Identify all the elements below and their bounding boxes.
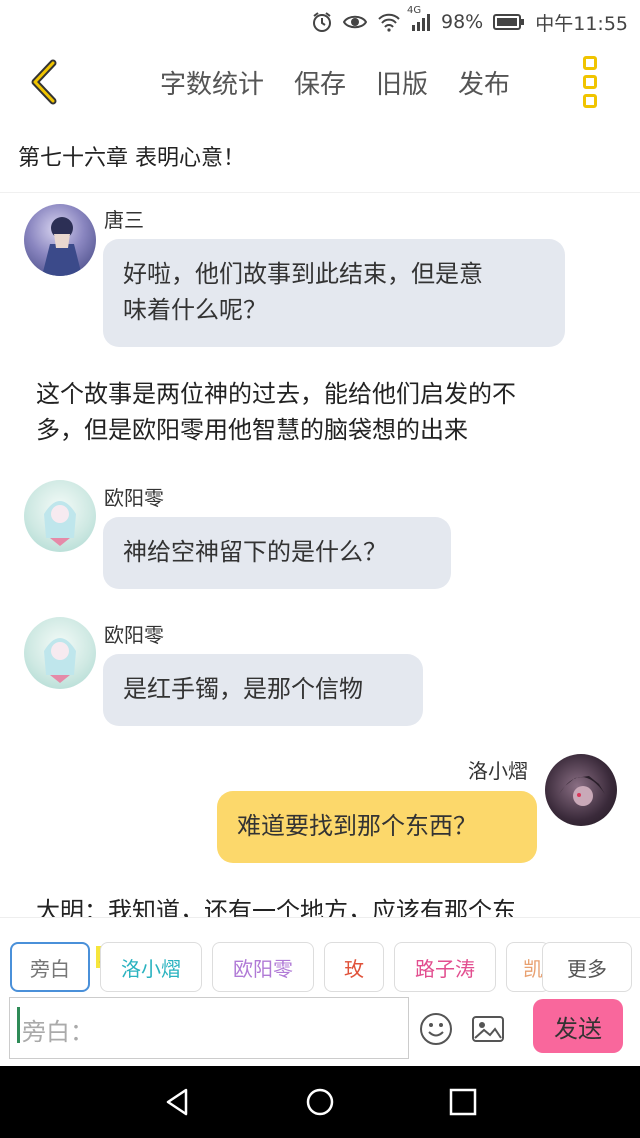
image-button[interactable] xyxy=(470,1011,506,1047)
word-count-button[interactable]: 字数统计 xyxy=(160,64,264,101)
clock: 中午11:55 xyxy=(535,12,628,35)
avatar-ouyangling[interactable] xyxy=(24,617,96,689)
narration-line: 多，但是欧阳零用他智慧的脑袋想的出来 xyxy=(36,416,468,444)
avatar-figure-icon xyxy=(44,638,76,683)
input-placeholder: 旁白： xyxy=(22,1018,94,1046)
nav-recents-icon[interactable] xyxy=(448,1087,478,1117)
avatar-figure-icon xyxy=(42,217,82,276)
chapter-title[interactable]: 第七十六章 表明心意！ xyxy=(18,140,245,172)
toolbar-actions: 字数统计 保存 旧版 发布 xyxy=(160,44,510,120)
menu-dot-icon xyxy=(583,75,597,89)
speaker-name: 欧阳零 xyxy=(104,623,164,647)
role-selector: 旁白 主 洛小熠 欧阳零 玫 路子涛 凯 更多 xyxy=(0,917,640,995)
avatar-figure-icon xyxy=(44,501,76,546)
narration-text[interactable]: 这个故事是两位神的过去，能给他们启发的不 多，但是欧阳零用他智慧的脑袋想的出来 xyxy=(36,376,616,448)
image-icon xyxy=(472,1016,504,1042)
publish-button[interactable]: 发布 xyxy=(458,64,510,101)
nav-home-icon[interactable] xyxy=(305,1087,335,1117)
top-toolbar: 字数统计 保存 旧版 发布 xyxy=(0,44,640,120)
text-cursor xyxy=(17,1007,20,1043)
message-bubble[interactable]: 神给空神留下的是什么？ xyxy=(103,517,451,589)
eye-icon xyxy=(343,14,367,30)
wifi-icon xyxy=(377,12,401,32)
system-nav-bar xyxy=(0,1066,640,1138)
nav-back-icon[interactable] xyxy=(162,1087,192,1117)
avatar-ouyangling[interactable] xyxy=(24,480,96,552)
role-chip-ouyangling[interactable]: 欧阳零 xyxy=(212,942,314,992)
status-bar: 4G 98% 中午11:55 xyxy=(0,0,640,44)
avatar-luoxiaoyi[interactable] xyxy=(545,754,617,826)
message-text: 味着什么呢？ xyxy=(123,296,267,324)
emoji-button[interactable] xyxy=(418,1011,454,1047)
signal-icon: 4G xyxy=(407,5,431,31)
role-chip-narrator[interactable]: 旁白 xyxy=(10,942,90,992)
network-type: 4G xyxy=(407,5,422,16)
alarm-icon xyxy=(311,11,333,33)
narration-text[interactable]: 大明：我知道，还有一个地方，应该有那个东 xyxy=(36,893,616,917)
narration-line: 大明：我知道，还有一个地方，应该有那个东 xyxy=(36,897,516,917)
message-input[interactable]: 旁白： xyxy=(9,997,409,1059)
chat-editor-screen: 4G 98% 中午11:55 字数统计 保存 旧版 发布 第七十六章 表明心意！ xyxy=(0,0,640,1138)
role-chip-mei[interactable]: 玫 xyxy=(324,942,384,992)
menu-dot-icon xyxy=(583,56,597,70)
role-chip-luzitao[interactable]: 路子涛 xyxy=(394,942,496,992)
chevron-left-icon xyxy=(31,59,57,105)
battery-icon xyxy=(493,13,525,31)
message-bubble[interactable]: 好啦，他们故事到此结束，但是意 味着什么呢？ xyxy=(103,239,565,347)
old-version-button[interactable]: 旧版 xyxy=(376,64,428,101)
message-text: 是红手镯，是那个信物 xyxy=(123,675,363,703)
avatar-figure-icon xyxy=(559,776,605,806)
input-row: 旁白： 发送 xyxy=(0,995,640,1065)
message-text: 神给空神留下的是什么？ xyxy=(123,538,387,566)
save-button[interactable]: 保存 xyxy=(294,64,346,101)
speaker-name: 唐三 xyxy=(104,208,144,232)
message-bubble[interactable]: 是红手镯，是那个信物 xyxy=(103,654,423,726)
avatar-tangsan[interactable] xyxy=(24,204,96,276)
message-text: 难道要找到那个东西？ xyxy=(237,812,477,840)
menu-dot-icon xyxy=(583,94,597,108)
more-menu-button[interactable] xyxy=(578,56,602,108)
speaker-name: 欧阳零 xyxy=(104,486,164,510)
more-roles-button[interactable]: 更多 xyxy=(542,942,632,992)
send-button[interactable]: 发送 xyxy=(533,999,623,1053)
message-bubble[interactable]: 难道要找到那个东西？ xyxy=(217,791,537,863)
chat-area[interactable]: 唐三 好啦，他们故事到此结束，但是意 味着什么呢？ 这个故事是两位神的过去，能给… xyxy=(0,193,640,917)
message-text: 好啦，他们故事到此结束，但是意 xyxy=(123,260,483,288)
role-chip-luoxiaoyi[interactable]: 洛小熠 xyxy=(100,942,202,992)
battery-percent: 98% xyxy=(441,11,484,33)
back-button[interactable] xyxy=(22,58,66,106)
speaker-name: 洛小熠 xyxy=(468,759,528,783)
emoji-icon xyxy=(420,1013,452,1045)
narration-line: 这个故事是两位神的过去，能给他们启发的不 xyxy=(36,380,516,408)
